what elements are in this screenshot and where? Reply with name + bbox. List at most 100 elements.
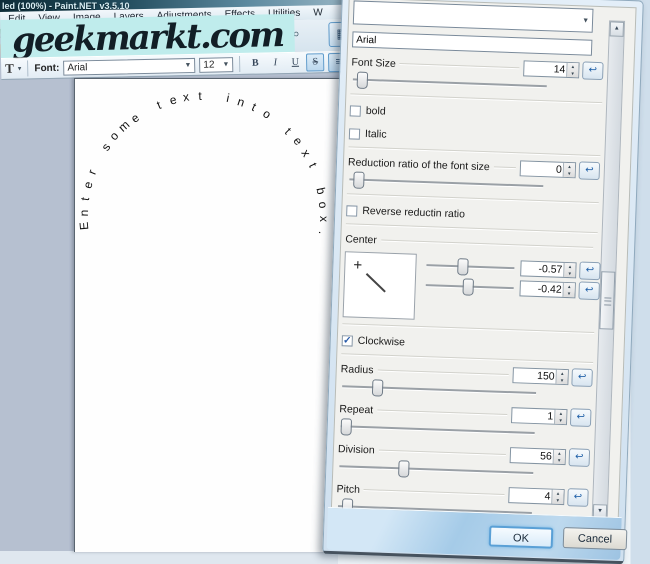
font-family-select[interactable]: Arial ▼: [63, 57, 195, 75]
u-style-button[interactable]: U: [286, 54, 304, 72]
curved-text-char: m: [116, 118, 133, 135]
spin-down-icon: ▼: [552, 496, 563, 503]
spin-down-icon: ▼: [563, 290, 574, 297]
slider-track: [426, 264, 514, 269]
slider-thumb[interactable]: [353, 172, 365, 189]
reduction-ratio-of-the-font-size-label: Reduction ratio of the font size: [348, 156, 490, 173]
row-reduction-ratio-of-the-font-size: Reduction ratio of the font size 0▲▼↩: [347, 153, 600, 196]
radius-spinner[interactable]: ▲▼: [555, 369, 567, 383]
center-block: + -0.57▲▼↩-0.42▲▼↩: [343, 251, 597, 326]
font-size-spinner[interactable]: ▲▼: [566, 62, 578, 76]
division-spinbox[interactable]: 56▲▼: [510, 447, 567, 465]
row-center-y: -0.42▲▼↩: [423, 276, 600, 300]
drawing-canvas[interactable]: Enter some text into text box.: [74, 78, 347, 552]
italic-label: Italic: [365, 128, 387, 141]
label-rule: [364, 489, 505, 495]
i-style-button[interactable]: I: [266, 54, 284, 72]
dialog-content: ▼ArialFont Size14▲▼↩boldItalicReduction …: [333, 0, 606, 519]
scroll-up-icon[interactable]: ▲: [610, 21, 625, 36]
scrollbar-thumb[interactable]: [599, 271, 615, 329]
center-y-spinner[interactable]: ▲▼: [562, 283, 574, 297]
label-rule: [494, 166, 516, 168]
pitch-reset-button[interactable]: ↩: [567, 488, 589, 507]
reverse-reductin-ratio-checkbox[interactable]: [346, 205, 357, 216]
reduction-ratio-of-the-font-size-spinner[interactable]: ▲▼: [563, 162, 575, 176]
center-x-reset-button[interactable]: ↩: [579, 261, 601, 280]
reduction-ratio-of-the-font-size-reset-button[interactable]: ↩: [579, 161, 601, 180]
center-preview[interactable]: +: [343, 251, 417, 319]
radius-spinbox[interactable]: 150▲▼: [512, 367, 569, 385]
text-tool-dropdown-icon[interactable]: ▾: [18, 65, 22, 73]
chevron-down-icon[interactable]: ▼: [222, 61, 229, 68]
curved-text-char: x: [298, 146, 313, 158]
menu-item-w[interactable]: W: [313, 7, 323, 18]
curved-text-char: t: [155, 97, 163, 111]
pitch-spinbox[interactable]: 4▲▼: [508, 487, 565, 505]
italic-checkbox[interactable]: [349, 128, 360, 139]
center-x-spinbox[interactable]: -0.57▲▼: [520, 260, 577, 278]
window-header: EditViewImageLayersAdjustmentsEffectsUti…: [0, 4, 357, 81]
text-tool-icon[interactable]: T: [5, 61, 14, 77]
reduction-ratio-of-the-font-size-spinbox[interactable]: 0▲▼: [520, 160, 577, 178]
label-rule: [379, 450, 506, 455]
font-size-reset-button[interactable]: ↩: [582, 61, 604, 80]
pitch-label: Pitch: [336, 483, 360, 496]
slider-thumb[interactable]: [371, 379, 383, 396]
curved-text-char: o: [260, 106, 273, 121]
division-reset-button[interactable]: ↩: [569, 448, 591, 467]
slider-thumb[interactable]: [340, 418, 352, 435]
curved-text-char: t: [305, 160, 319, 169]
repeat-label: Repeat: [339, 403, 373, 416]
label-rule: [377, 409, 507, 415]
curved-text-char: s: [98, 141, 113, 154]
curved-text-char: e: [290, 134, 305, 148]
curved-text-char: n: [77, 209, 91, 216]
center-y-spinbox[interactable]: -0.42▲▼: [519, 280, 576, 298]
s-style-button[interactable]: S: [306, 53, 324, 71]
bold-checkbox[interactable]: [350, 105, 361, 116]
chevron-down-icon[interactable]: ▼: [582, 17, 589, 24]
spin-down-icon: ▼: [556, 376, 567, 383]
repeat-spinner[interactable]: ▲▼: [554, 409, 566, 423]
curved-text-char: t: [250, 100, 259, 114]
chevron-down-icon[interactable]: ▼: [184, 62, 191, 69]
repeat-spinbox[interactable]: 1▲▼: [511, 407, 568, 425]
direction-line: [366, 273, 386, 292]
pitch-spinner[interactable]: ▲▼: [551, 489, 563, 503]
division-spinner[interactable]: ▲▼: [553, 449, 565, 463]
checkbox-row-italic: Italic: [349, 126, 601, 149]
curved-text-char: t: [198, 89, 202, 103]
curved-text-char: e: [80, 180, 95, 190]
clockwise-checkbox[interactable]: ✓: [342, 335, 353, 346]
center-x-slider[interactable]: [424, 257, 517, 276]
font-family-combo[interactable]: ▼: [353, 0, 594, 32]
row-division: Division 56▲▼↩: [337, 440, 590, 483]
ok-button[interactable]: OK: [489, 525, 554, 548]
circle-text-dialog: ▼ArialFont Size14▲▼↩boldItalicReduction …: [322, 0, 643, 564]
clockwise-label: Clockwise: [358, 335, 406, 349]
toolbar-separator: [239, 56, 240, 72]
b-style-button[interactable]: B: [246, 54, 264, 72]
font-size-select[interactable]: 12 ▼: [199, 57, 233, 73]
center-y-reset-button[interactable]: ↩: [578, 281, 600, 300]
slider-thumb[interactable]: [356, 72, 368, 89]
checkbox-row-bold: bold: [350, 103, 602, 126]
radius-reset-button[interactable]: ↩: [571, 368, 593, 387]
slider-thumb[interactable]: [457, 258, 469, 275]
dialog-face: ▼ArialFont Size14▲▼↩boldItalicReduction …: [331, 0, 637, 519]
slider-track: [339, 465, 533, 474]
division-label: Division: [338, 443, 375, 456]
repeat-reset-button[interactable]: ↩: [570, 408, 592, 427]
font-name-field[interactable]: Arial: [352, 31, 592, 55]
curved-text-char: o: [107, 129, 122, 143]
toolbar-separator: [27, 60, 28, 76]
center-x-spinner[interactable]: ▲▼: [563, 263, 575, 277]
curved-text-char: .: [316, 230, 330, 235]
slider-thumb[interactable]: [463, 278, 475, 295]
font-size-spinbox[interactable]: 14▲▼: [523, 60, 580, 78]
center-sliders: -0.57▲▼↩-0.42▲▼↩: [423, 254, 601, 326]
font-size-label: Font Size: [351, 56, 396, 70]
center-y-slider[interactable]: [423, 277, 516, 296]
cancel-button[interactable]: Cancel: [563, 527, 628, 550]
slider-thumb[interactable]: [398, 460, 410, 477]
